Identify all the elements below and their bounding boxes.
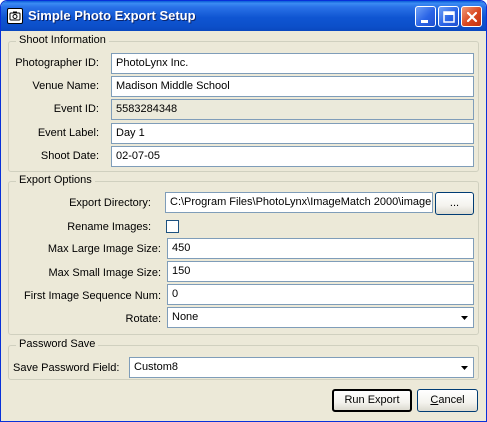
- event-label-label: Event Label:: [37, 127, 99, 139]
- rename-images-label: Rename Images:: [67, 221, 151, 233]
- rotate-dropdown-arrow[interactable]: [457, 309, 472, 326]
- cancel-label-rest: ancel: [438, 394, 465, 406]
- max-large-image-size-field[interactable]: 450: [167, 238, 474, 259]
- close-icon: [466, 11, 478, 23]
- export-directory-field[interactable]: C:\Program Files\PhotoLynx\ImageMatch 20…: [165, 192, 433, 213]
- rotate-dropdown[interactable]: None: [167, 307, 474, 328]
- run-export-button[interactable]: Run Export: [332, 389, 412, 412]
- rotate-value: None: [172, 311, 199, 323]
- close-button[interactable]: [461, 6, 482, 27]
- save-password-field-dropdown[interactable]: Custom8: [129, 357, 474, 378]
- photographer-id-field[interactable]: PhotoLynx Inc.: [111, 53, 474, 74]
- photographer-id-label: Photographer ID:: [15, 57, 99, 69]
- export-options-legend: Export Options: [16, 174, 95, 186]
- browse-button[interactable]: ...: [435, 192, 474, 215]
- event-label-field[interactable]: Day 1: [111, 123, 474, 144]
- maximize-icon: [443, 11, 455, 23]
- shoot-date-label: Shoot Date:: [40, 150, 99, 162]
- password-save-legend: Password Save: [16, 338, 99, 350]
- minimize-button[interactable]: [415, 6, 436, 27]
- save-password-field-value: Custom8: [134, 361, 179, 373]
- venue-name-field[interactable]: Madison Middle School: [111, 76, 474, 97]
- max-large-image-size-label: Max Large Image Size:: [47, 243, 161, 255]
- max-small-image-size-label: Max Small Image Size:: [48, 267, 161, 279]
- save-password-field-arrow[interactable]: [457, 359, 472, 376]
- max-small-image-size-field[interactable]: 150: [167, 261, 474, 282]
- minimize-icon: [421, 20, 428, 23]
- export-directory-label: Export Directory:: [69, 197, 151, 209]
- maximize-button[interactable]: [438, 6, 459, 27]
- event-id-field: 5583284348: [111, 99, 474, 120]
- chevron-down-icon: [461, 316, 468, 320]
- rotate-label: Rotate:: [125, 313, 161, 325]
- save-password-field-label: Save Password Field:: [13, 362, 120, 374]
- shoot-date-field[interactable]: 02-07-05: [111, 146, 474, 167]
- event-id-label: Event ID:: [53, 103, 99, 115]
- title-bar[interactable]: Simple Photo Export Setup: [1, 1, 486, 31]
- first-image-sequence-field[interactable]: 0: [167, 284, 474, 305]
- export-setup-window: Simple Photo Export Setup Shoot Informat…: [0, 0, 487, 422]
- chevron-down-icon: [461, 366, 468, 370]
- venue-name-label: Venue Name:: [32, 80, 99, 92]
- shoot-information-legend: Shoot Information: [16, 34, 109, 46]
- first-image-sequence-label: First Image Sequence Num:: [24, 290, 161, 302]
- camera-icon[interactable]: [7, 8, 23, 24]
- rename-images-checkbox[interactable]: [166, 220, 179, 233]
- cancel-button[interactable]: Cancel: [417, 389, 478, 412]
- window-title: Simple Photo Export Setup: [28, 8, 196, 23]
